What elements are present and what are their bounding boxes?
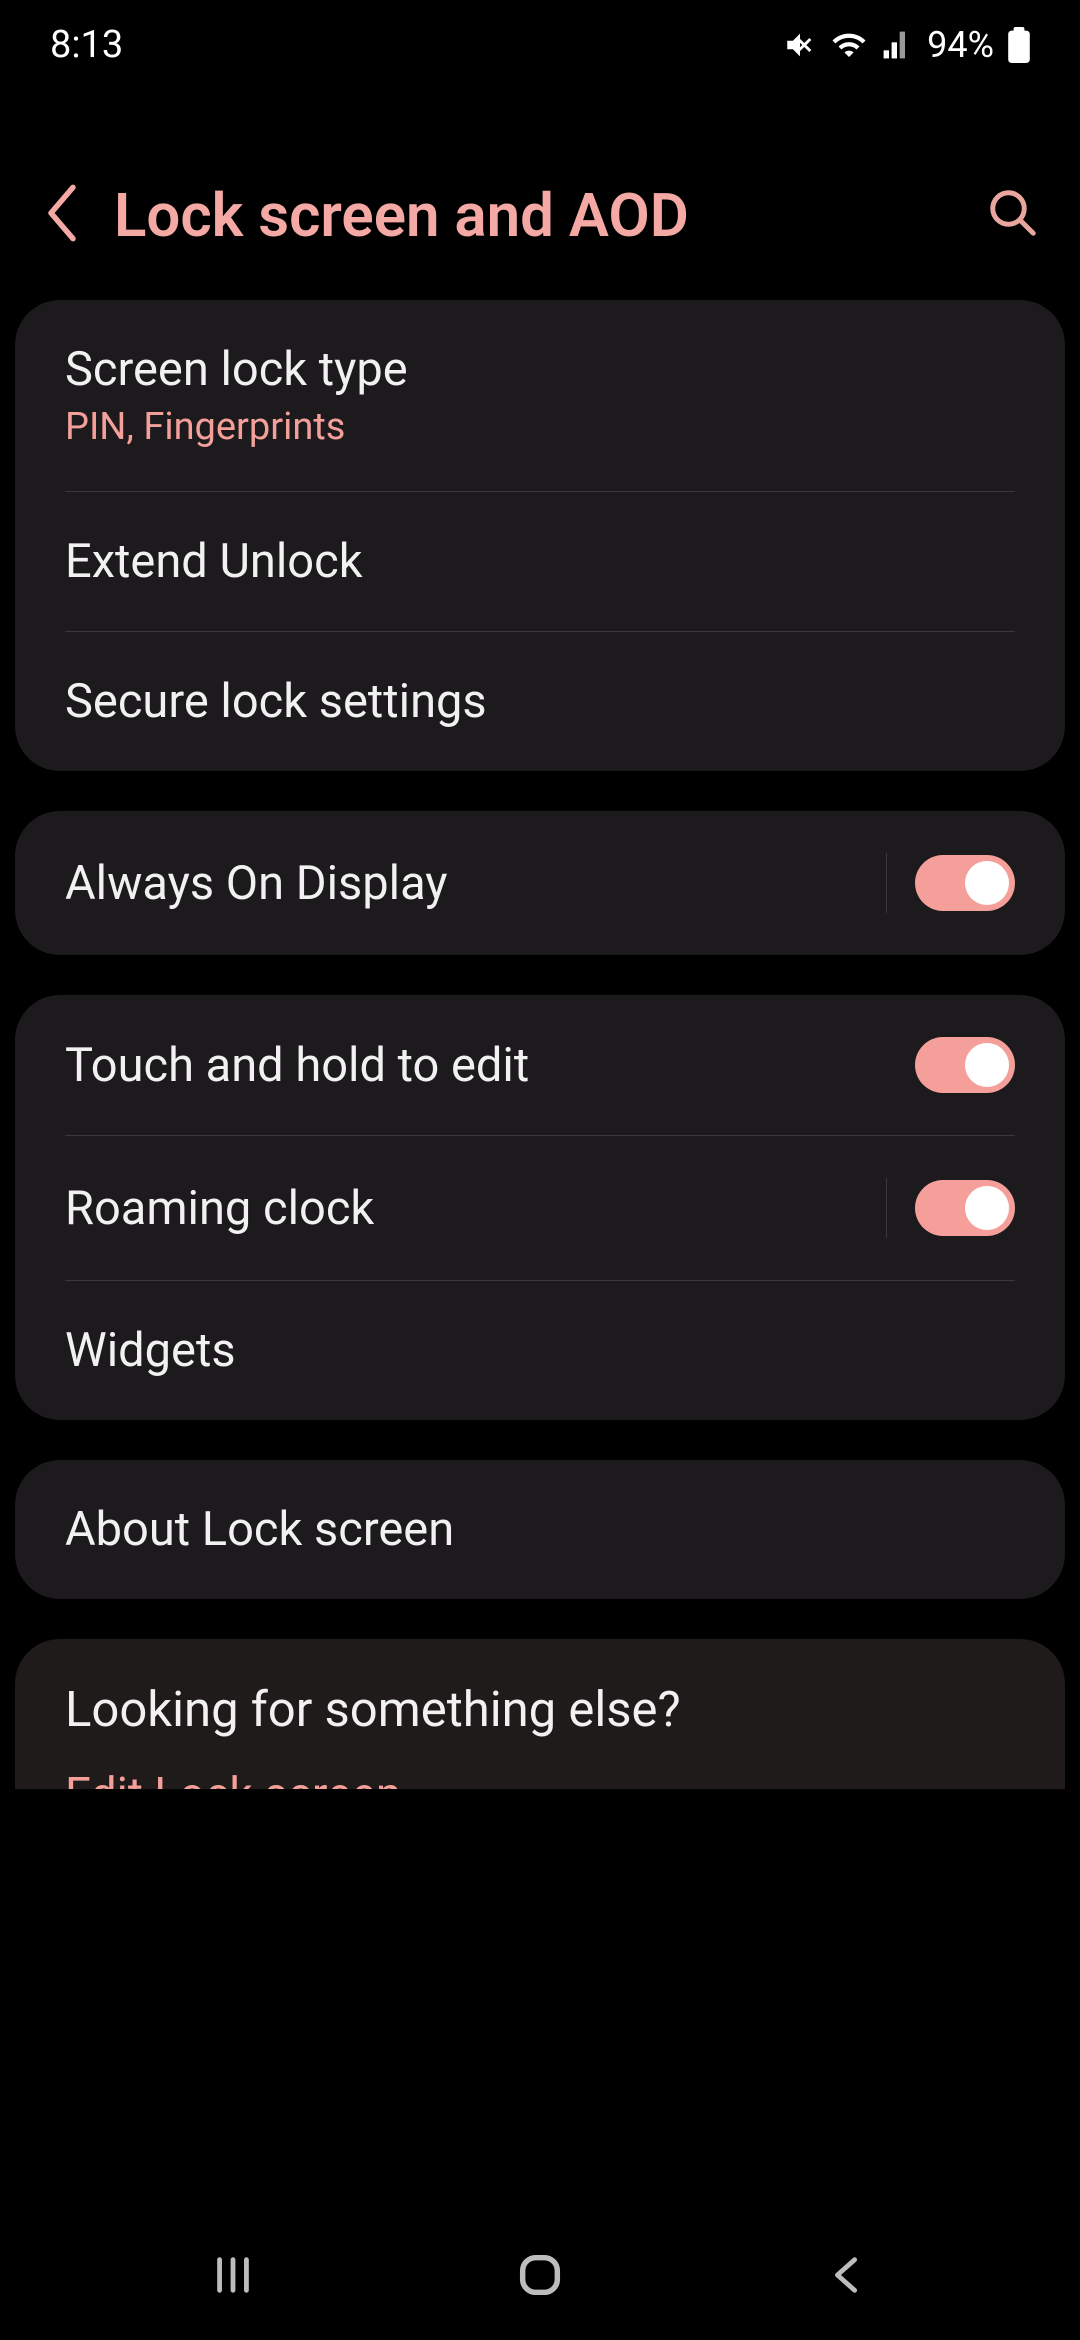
row-widgets[interactable]: Widgets [15,1281,1065,1420]
row-title: Secure lock settings [65,674,1015,729]
row-title: Widgets [65,1323,1015,1378]
toggle-separator [886,1178,887,1238]
nav-recents[interactable] [198,2252,268,2298]
row-title: Touch and hold to edit [65,1038,915,1093]
battery-icon [1008,27,1030,63]
toggle-separator [886,853,887,913]
row-title: Screen lock type [65,342,1015,397]
row-title: Extend Unlock [65,534,1015,589]
toggle-knob [965,1186,1009,1230]
back-button[interactable] [40,180,84,250]
search-button[interactable] [986,186,1040,244]
row-subtitle: PIN, Fingerprints [65,405,1015,449]
settings-group-aod: Always On Display [15,811,1065,955]
status-icons: 94% [783,24,1030,66]
search-icon [986,186,1040,240]
back-icon [824,2252,870,2298]
nav-home[interactable] [505,2249,575,2301]
row-title: About Lock screen [65,1502,1015,1557]
page-title: Lock screen and AOD [114,180,956,251]
status-bar: 8:13 94% [0,0,1080,90]
wifi-icon [831,27,867,63]
mute-icon [783,28,817,62]
signal-icon [881,29,913,61]
nav-back[interactable] [812,2252,882,2298]
nav-bar [0,2210,1080,2340]
toggle-roaming-clock[interactable] [915,1180,1015,1236]
battery-percent: 94% [927,24,994,66]
settings-group-about: About Lock screen [15,1460,1065,1599]
home-icon [514,2249,566,2301]
row-screen-lock-type[interactable]: Screen lock type PIN, Fingerprints [15,300,1065,491]
row-about-lock-screen[interactable]: About Lock screen [15,1460,1065,1599]
link-edit-lock-screen[interactable]: Edit Lock screen [15,1768,1065,1789]
toggle-always-on-display[interactable] [915,855,1015,911]
status-time: 8:13 [50,23,123,67]
looking-for-card: Looking for something else? Edit Lock sc… [15,1639,1065,1789]
content: Screen lock type PIN, Fingerprints Exten… [0,280,1080,1789]
row-extend-unlock[interactable]: Extend Unlock [15,492,1065,631]
row-secure-lock-settings[interactable]: Secure lock settings [15,632,1065,771]
row-always-on-display[interactable]: Always On Display [15,811,1065,955]
chevron-left-icon [40,180,84,246]
header: Lock screen and AOD [0,150,1080,280]
row-title: Always On Display [65,856,858,911]
toggle-touch-hold-edit[interactable] [915,1037,1015,1093]
row-title: Roaming clock [65,1181,858,1236]
row-roaming-clock[interactable]: Roaming clock [15,1136,1065,1280]
settings-group-edit: Touch and hold to edit Roaming clock Wid… [15,995,1065,1420]
toggle-knob [965,1043,1009,1087]
looking-title: Looking for something else? [15,1639,1065,1768]
settings-group-lock: Screen lock type PIN, Fingerprints Exten… [15,300,1065,771]
toggle-knob [965,861,1009,905]
row-touch-hold-edit[interactable]: Touch and hold to edit [15,995,1065,1135]
recents-icon [210,2252,256,2298]
